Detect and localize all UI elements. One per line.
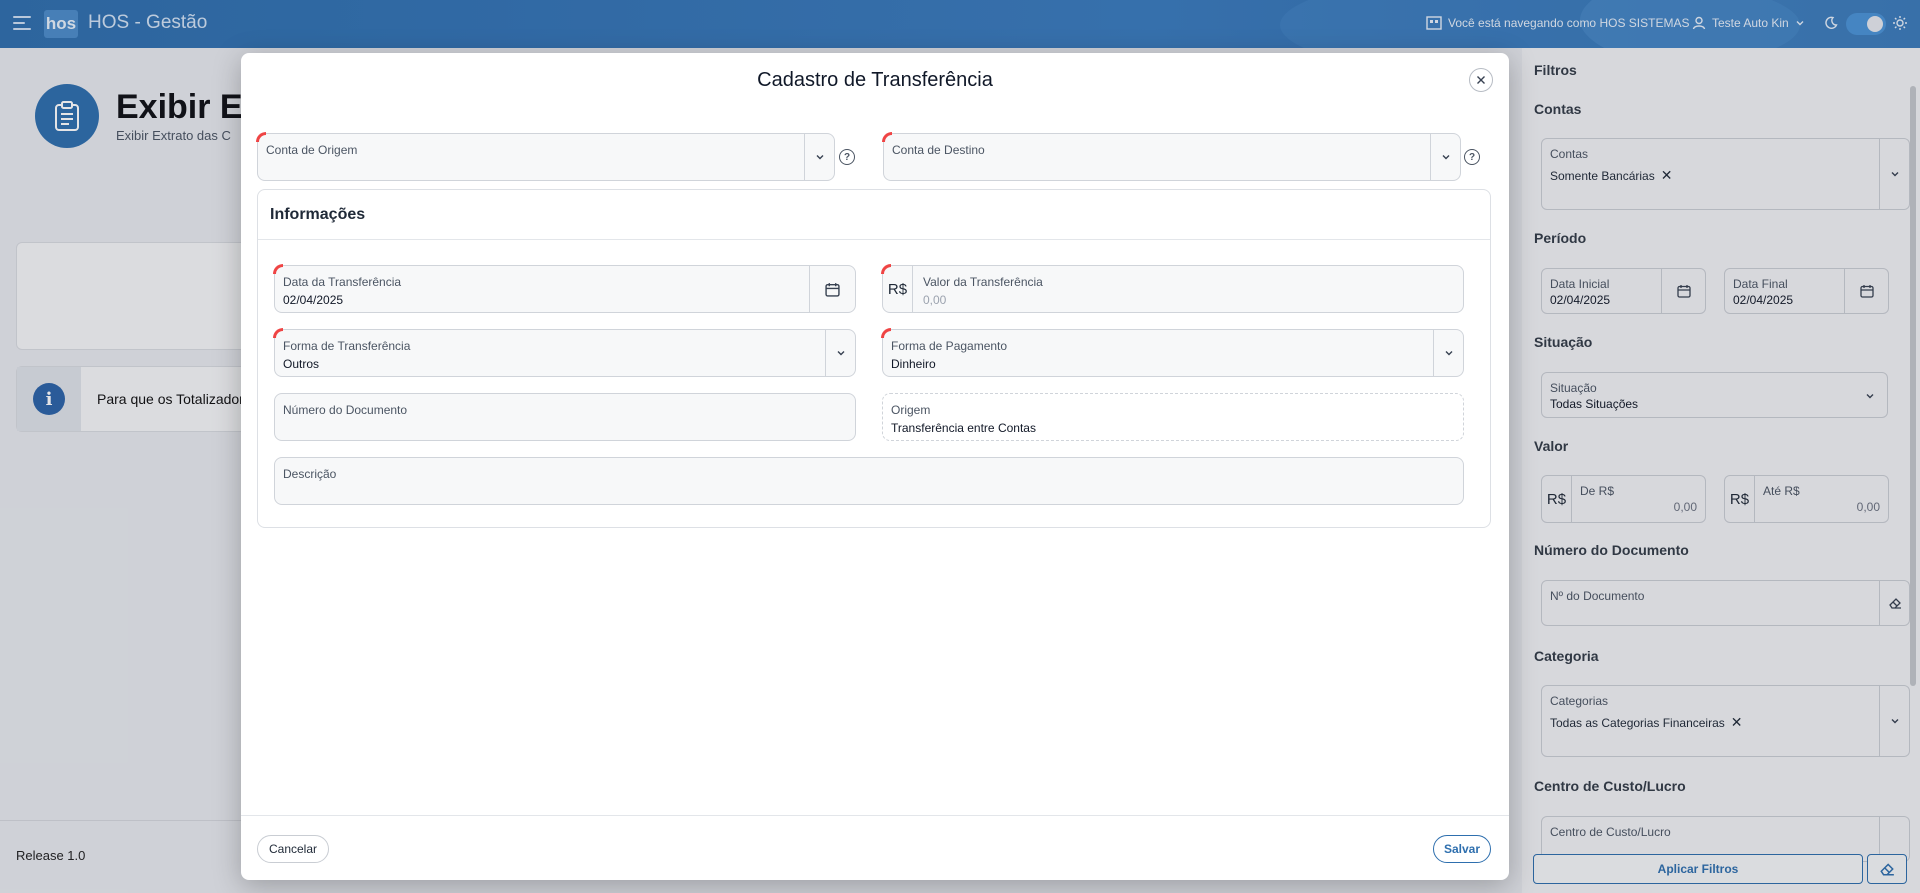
calendar-icon [825,282,840,297]
origem-label: Origem [891,403,931,417]
help-icon[interactable]: ? [839,149,855,165]
conta-destino-select[interactable]: Conta de Destino [882,132,1461,181]
numero-documento-input[interactable]: Número do Documento [274,393,856,441]
cancel-button[interactable]: Cancelar [257,835,329,863]
close-icon [1477,76,1485,84]
section-title: Informações [270,206,366,223]
chevron-down-icon [837,351,844,356]
descricao-label: Descrição [283,467,337,481]
origem-value: Transferência entre Contas [891,421,1036,435]
data-transferencia-label: Data da Transferência [283,275,402,289]
forma-pagamento-value: Dinheiro [891,357,936,371]
help-icon[interactable]: ? [1464,149,1480,165]
forma-transferencia-select[interactable]: Forma de Transferência Outros [273,328,856,377]
conta-origem-label: Conta de Origem [266,143,358,157]
forma-pagamento-label: Forma de Pagamento [891,339,1008,353]
conta-origem-select[interactable]: Conta de Origem [256,132,835,181]
required-indicator [882,132,892,142]
section-header: Informações [258,190,1490,240]
conta-destino-dropdown-button[interactable] [1430,134,1460,180]
required-indicator [273,328,283,338]
required-indicator [273,264,283,274]
required-indicator [256,132,266,142]
close-modal-button[interactable] [1469,68,1493,92]
save-button[interactable]: Salvar [1433,835,1491,863]
origem-field: Origem Transferência entre Contas [882,393,1464,441]
valor-transferencia-label: Valor da Transferência [923,275,1043,289]
forma-pagamento-dropdown-button[interactable] [1433,330,1463,376]
informacoes-section: Informações Data da Transferência 02/04/… [257,189,1491,528]
data-transferencia-field[interactable]: Data da Transferência 02/04/2025 [273,264,856,313]
required-indicator [881,328,891,338]
conta-origem-dropdown-button[interactable] [804,134,834,180]
modal-footer-divider [241,815,1509,816]
chevron-down-icon [816,155,823,160]
modal-title: Cadastro de Transferência [757,69,993,91]
valor-transferencia-field[interactable]: R$ Valor da Transferência 0,00 [881,264,1464,313]
conta-destino-label: Conta de Destino [892,143,985,157]
transfer-modal: Cadastro de Transferência Conta de Orige… [241,53,1509,880]
forma-pagamento-select[interactable]: Forma de Pagamento Dinheiro [881,328,1464,377]
forma-transferencia-label: Forma de Transferência [283,339,411,353]
forma-transferencia-dropdown-button[interactable] [825,330,855,376]
forma-transferencia-value: Outros [283,357,320,371]
descricao-input[interactable]: Descrição [274,457,1464,505]
chevron-down-icon [1445,351,1452,356]
data-transferencia-value: 02/04/2025 [283,293,344,307]
calendar-button[interactable] [809,266,855,312]
currency-prefix: R$ [883,266,913,312]
numero-documento-label: Número do Documento [283,403,408,417]
valor-transferencia-placeholder: 0,00 [923,293,947,307]
chevron-down-icon [1442,155,1449,160]
